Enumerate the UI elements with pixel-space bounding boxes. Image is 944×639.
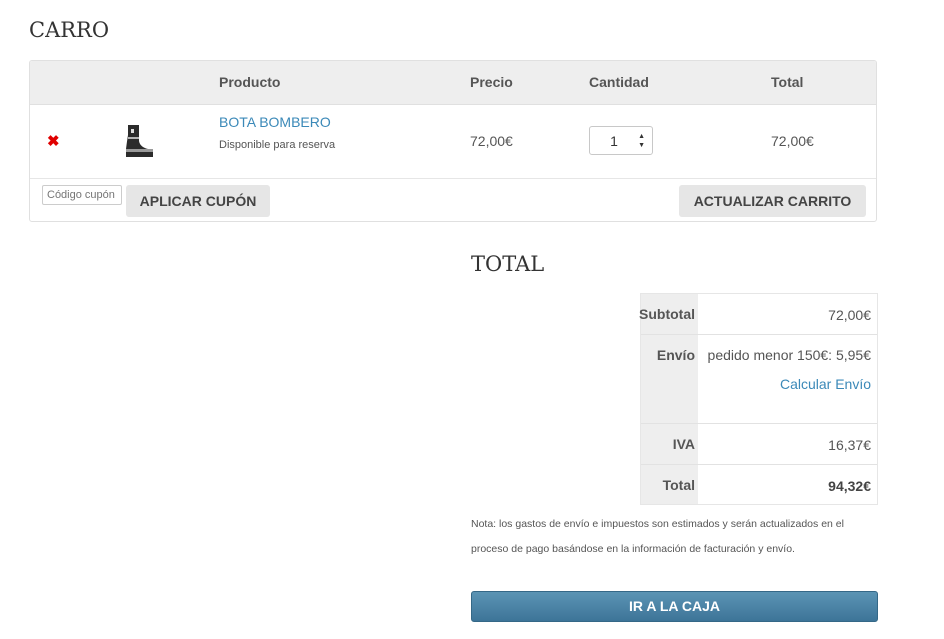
coupon-input[interactable]: [42, 185, 122, 205]
divider: [641, 423, 877, 424]
product-thumbnail[interactable]: [120, 123, 154, 159]
totals-table: Subtotal 72,00€ Envío pedido menor 150€:…: [639, 293, 878, 505]
apply-coupon-button[interactable]: APLICAR CUPÓN: [126, 185, 270, 217]
product-name-link[interactable]: BOTA BOMBERO: [219, 114, 331, 130]
tax-value: 16,37€: [828, 437, 871, 453]
page-title: CARRO: [29, 18, 110, 42]
quantity-stepper[interactable]: 1 ▲ ▼: [589, 126, 653, 155]
header-producto: Producto: [219, 74, 281, 90]
up-down-arrows-icon[interactable]: ▲ ▼: [638, 132, 645, 150]
product-availability: Disponible para reserva: [219, 139, 336, 151]
quantity-value[interactable]: 1: [590, 133, 638, 149]
cart-table-header: Producto Precio Cantidad Total: [30, 61, 876, 105]
divider: [641, 464, 877, 465]
totals-label-column: [641, 294, 698, 504]
subtotal-value: 72,00€: [828, 307, 871, 323]
header-cantidad: Cantidad: [589, 74, 649, 90]
shipping-label: Envío: [656, 347, 695, 363]
cart-item-row: ✖ BOTA BOMBERO Disponible para reserva 7…: [30, 104, 876, 179]
total-value: 94,32€: [828, 478, 871, 494]
item-price: 72,00€: [470, 133, 513, 149]
header-total: Total: [771, 74, 804, 90]
divider: [641, 334, 877, 335]
remove-x-icon[interactable]: ✖: [47, 134, 60, 150]
subtotal-label: Subtotal: [639, 306, 695, 322]
totals-title: TOTAL: [471, 252, 545, 276]
totals-note: Nota: los gastos de envío e impuestos so…: [471, 518, 844, 555]
cart-table: Producto Precio Cantidad Total ✖ BOTA BO…: [29, 60, 877, 222]
header-precio: Precio: [470, 74, 513, 90]
checkout-button[interactable]: IR A LA CAJA: [471, 591, 878, 622]
tax-label: IVA: [672, 436, 695, 452]
total-label: Total: [662, 477, 695, 493]
calculate-shipping-link[interactable]: Calcular Envío: [780, 376, 871, 392]
update-cart-button[interactable]: ACTUALIZAR CARRITO: [679, 185, 866, 217]
item-total: 72,00€: [771, 133, 814, 149]
shipping-value: pedido menor 150€: 5,95€: [707, 347, 871, 363]
